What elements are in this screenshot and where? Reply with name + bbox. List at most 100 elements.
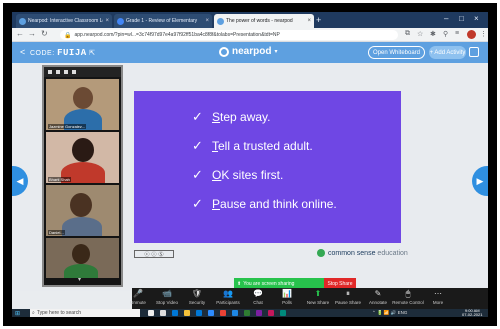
- back-icon[interactable]: ←: [16, 29, 24, 38]
- system-tray[interactable]: ⌃ 🔋 📶 🔊 ENG: [372, 310, 407, 316]
- cc-icon: ⓒ: [144, 251, 150, 258]
- participant-tile[interactable]: Jazmine Gonzalez...: [46, 79, 119, 130]
- cast-icon[interactable]: ⧉: [405, 30, 410, 38]
- by-icon: ⓘ: [151, 251, 157, 258]
- menu-kebab-icon[interactable]: ⋮: [480, 30, 487, 38]
- url-text: app.nearpod.com/?pin=wl...=3c74f97d97e4a…: [74, 32, 280, 38]
- participant-tile[interactable]: Bharti Shah: [46, 132, 119, 183]
- session-code: CODE: FUIJA ⇱: [30, 48, 96, 58]
- list-item: ✓ Pause and think online.: [192, 195, 337, 211]
- tab-nearpod-home[interactable]: Nearpod: Interactive Classroom Lessons ×: [16, 14, 112, 28]
- close-window-button[interactable]: ×: [474, 14, 479, 23]
- edge-icon[interactable]: [172, 310, 178, 316]
- popout-icon[interactable]: ⇱: [89, 50, 95, 57]
- docs-favicon-icon: [117, 17, 124, 25]
- maximize-button[interactable]: □: [459, 14, 464, 23]
- participant-head: [70, 193, 92, 217]
- mic-icon: 🎤: [133, 289, 143, 298]
- minimize-button[interactable]: –: [444, 14, 448, 23]
- view-icon[interactable]: [72, 70, 76, 74]
- check-icon: ✓: [192, 137, 203, 153]
- close-tab-icon[interactable]: ×: [205, 18, 209, 24]
- address-bar[interactable]: 🔒 app.nearpod.com/?pin=wl...=3c74f97d97e…: [60, 30, 398, 40]
- participant-head: [72, 138, 94, 162]
- zoom-app-icon[interactable]: [208, 310, 214, 316]
- common-sense-logo: common sense education: [317, 249, 408, 257]
- open-whiteboard-button[interactable]: Open Whiteboard: [368, 46, 425, 59]
- zoom-toolbar: 🎤 Unmute 📹 Stop Video 🛡 Security 👥 Participa…: [130, 288, 488, 309]
- nearpod-favicon-icon: [19, 17, 26, 25]
- reload-icon[interactable]: ↻: [41, 29, 48, 38]
- add-activity-button[interactable]: + Add Activity: [429, 46, 466, 59]
- share-icon: ⬆: [314, 289, 322, 298]
- close-tab-icon[interactable]: ×: [307, 18, 311, 24]
- back-chevron-icon[interactable]: <: [20, 47, 25, 57]
- extension-icon[interactable]: ✱: [430, 30, 436, 38]
- powerpoint-app-icon[interactable]: [268, 310, 274, 316]
- chat-icon: 💬: [253, 289, 263, 298]
- participant-head: [72, 244, 90, 264]
- cortana-icon[interactable]: [148, 310, 154, 316]
- view-icon[interactable]: [48, 70, 52, 74]
- chevron-down-icon[interactable]: ▾: [78, 276, 81, 283]
- search-icon: ⌕: [32, 310, 35, 316]
- windows-start-icon[interactable]: ⊞: [15, 310, 20, 317]
- new-tab-button[interactable]: +: [316, 15, 321, 25]
- tab-power-of-words[interactable]: The power of words - nearpod ×: [214, 14, 314, 28]
- participant-tile[interactable]: [46, 238, 119, 278]
- photo-frame: Nearpod: Interactive Classroom Lessons ×…: [3, 3, 497, 326]
- taskbar-search-input[interactable]: ⌕ Type here to search: [30, 309, 140, 317]
- teams-app-icon[interactable]: [280, 310, 286, 316]
- nearpod-logo[interactable]: nearpod ▾: [219, 46, 277, 57]
- close-tab-icon[interactable]: ×: [105, 18, 109, 24]
- participant-tile[interactable]: Daniel...: [46, 185, 119, 236]
- taskbar-clock[interactable]: 9:00 AM 07-02-2021: [462, 309, 482, 317]
- zoom-gallery-panel: Jazmine Gonzalez... Bharti Shah Daniel..…: [42, 65, 123, 287]
- more-button[interactable]: ⋯ More: [420, 289, 456, 305]
- onenote-app-icon[interactable]: [256, 310, 262, 316]
- chrome-app-icon[interactable]: [220, 310, 226, 316]
- nearpod-header: < CODE: FUIJA ⇱ nearpod ▾ Open Whiteboar…: [12, 42, 488, 63]
- nearpod-favicon-icon: [217, 17, 224, 25]
- common-sense-icon: [317, 249, 325, 257]
- participant-head: [73, 87, 93, 109]
- star-icon[interactable]: ☆: [417, 30, 423, 38]
- view-icon[interactable]: [64, 70, 68, 74]
- next-slide-button[interactable]: ▶: [472, 166, 488, 196]
- reading-list-icon[interactable]: ≡: [455, 30, 459, 37]
- share-icon: ⬆: [237, 280, 242, 287]
- video-icon: 📹: [162, 289, 172, 298]
- check-icon: ✓: [192, 195, 203, 211]
- task-view-icon[interactable]: [160, 310, 166, 316]
- arrow-left-icon: ◀: [16, 175, 24, 186]
- expand-icon[interactable]: [469, 47, 479, 57]
- people-icon: 👥: [223, 289, 233, 298]
- creative-commons-badge: ⓒ ⓘ Ⓢ: [134, 250, 174, 258]
- windows-taskbar: ⊞ ⌕ Type here to search ⌃ 🔋 📶 🔊 ENG 9:00…: [12, 309, 488, 317]
- file-explorer-icon[interactable]: [184, 310, 190, 316]
- check-icon: ✓: [192, 108, 203, 124]
- more-icon: ⋯: [434, 289, 442, 298]
- puzzle-icon[interactable]: ⚲: [443, 30, 448, 38]
- list-item: ✓ OK sites first.: [192, 166, 284, 182]
- nearpod-logo-icon: [219, 46, 229, 57]
- previous-slide-button[interactable]: ◀: [12, 166, 28, 196]
- forward-icon[interactable]: →: [28, 29, 36, 38]
- mouse-icon: 🖱: [405, 289, 411, 298]
- browser-toolbar: ← → ↻ 🔒 app.nearpod.com/?pin=wl...=3c74f…: [12, 28, 488, 42]
- lock-icon: 🔒: [64, 32, 72, 39]
- arrow-right-icon: ▶: [476, 175, 484, 186]
- tab-grade-review[interactable]: Grade 1 - Review of Elementary ×: [114, 14, 212, 28]
- list-item: ✓ Tell a trusted adult.: [192, 137, 313, 153]
- store-icon[interactable]: [196, 310, 202, 316]
- screen: Nearpod: Interactive Classroom Lessons ×…: [12, 12, 488, 317]
- excel-app-icon[interactable]: [244, 310, 250, 316]
- pause-icon: ⏸: [346, 289, 350, 298]
- bullet-list: ✓ Step away. ✓ Tell a trusted adult. ✓ O…: [192, 109, 337, 225]
- chevron-down-icon: ▾: [274, 49, 278, 55]
- word-app-icon[interactable]: [232, 310, 238, 316]
- participant-body: [62, 217, 102, 236]
- profile-avatar[interactable]: [467, 30, 476, 39]
- browser-tab-strip: Nearpod: Interactive Classroom Lessons ×…: [12, 12, 488, 28]
- view-icon[interactable]: [56, 70, 60, 74]
